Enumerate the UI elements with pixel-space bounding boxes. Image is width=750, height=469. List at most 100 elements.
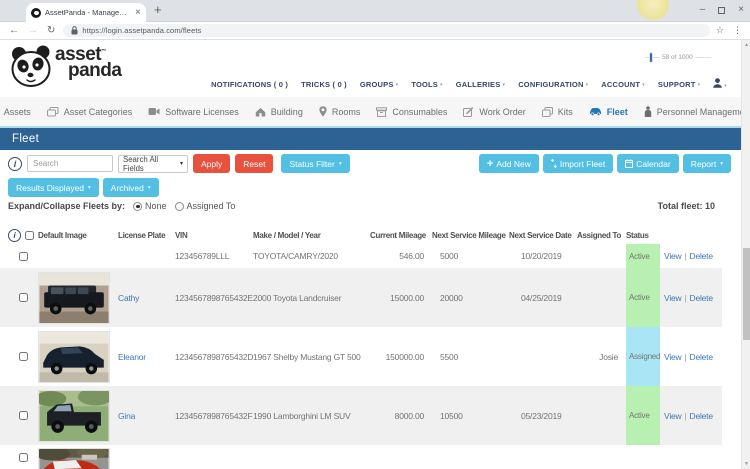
delete-link[interactable]: Delete <box>690 352 713 362</box>
back-icon[interactable]: ← <box>9 25 19 36</box>
module-fleet[interactable]: Fleet <box>589 107 628 117</box>
next-service-mileage-cell: 10500 <box>432 411 509 421</box>
apply-button[interactable]: Apply <box>193 154 230 173</box>
module-assets[interactable]: Assets <box>0 106 31 117</box>
license-plate-link[interactable]: Cathy <box>118 293 139 303</box>
module-building[interactable]: Building <box>255 107 303 117</box>
reset-button[interactable]: Reset <box>235 154 273 173</box>
bookmark-star-icon[interactable]: ☆ <box>716 25 724 36</box>
info-icon[interactable]: i <box>8 229 21 242</box>
vehicle-photo[interactable] <box>38 272 110 324</box>
radio-none[interactable] <box>133 202 142 211</box>
select-arrow-icon: ▾ <box>180 160 183 167</box>
nav-groups[interactable]: GROUPS▾ <box>360 80 398 89</box>
url-text: https://login.assetpanda.com/fleets <box>82 26 201 35</box>
tab-title: AssetPanda - Management Syst... <box>45 8 131 17</box>
make-cell: 1967 Shelby Mustang GT 500 <box>253 352 370 362</box>
row-checkbox[interactable] <box>19 453 28 462</box>
nav-user-menu[interactable]: ▾ <box>713 78 727 90</box>
add-new-button[interactable]: +Add New <box>479 154 539 173</box>
search-input[interactable] <box>27 155 113 172</box>
radio-assigned-to[interactable] <box>175 202 184 211</box>
assetpanda-logo[interactable]: asset™ panda <box>8 44 121 90</box>
fleet-toolbar: i Search All Fields▾ Apply Reset Status … <box>8 154 731 173</box>
nav-galleries[interactable]: GALLERIES▾ <box>456 80 505 89</box>
home-icon <box>255 107 266 117</box>
nav-account[interactable]: ACCOUNT▾ <box>601 80 645 89</box>
calendar-button[interactable]: Calendar <box>617 154 679 173</box>
vertical-scrollbar[interactable]: ▲ ▼ <box>741 40 750 469</box>
scroll-up-icon[interactable]: ▲ <box>743 42 750 48</box>
reload-icon[interactable]: ↻ <box>47 25 55 36</box>
vehicle-photo[interactable] <box>38 331 110 383</box>
folders-icon <box>47 107 59 117</box>
chevron-down-icon: ▾ <box>88 185 91 191</box>
scrollbar-thumb[interactable] <box>743 248 750 340</box>
license-plate-link[interactable]: Eleanor <box>118 352 146 362</box>
cursor-highlight <box>637 0 669 20</box>
module-rooms[interactable]: Rooms <box>319 106 361 117</box>
archive-box-icon <box>376 107 387 117</box>
nav-tools[interactable]: TOOLS▾ <box>411 80 442 89</box>
view-link[interactable]: View <box>664 352 681 362</box>
url-field[interactable]: https://login.assetpanda.com/fleets <box>63 24 710 37</box>
browser-titlebar: AssetPanda - Management Syst... × + – × <box>0 0 750 22</box>
row-checkbox[interactable] <box>19 252 28 261</box>
results-displayed-button[interactable]: Results Displayed▾ <box>8 178 99 197</box>
browser-tab[interactable]: AssetPanda - Management Syst... × <box>26 3 146 22</box>
new-tab-button[interactable]: + <box>154 2 162 17</box>
row-checkbox[interactable] <box>19 411 28 420</box>
nav-tricks[interactable]: TRICKS ( 0 ) <box>301 80 347 89</box>
copy-icon <box>542 107 553 117</box>
view-link[interactable]: View <box>664 293 681 303</box>
chevron-down-icon: ▾ <box>720 161 723 167</box>
table-row: Cathy 1234567898765432E 2000 Toyota Land… <box>0 268 722 327</box>
next-service-mileage-cell: 5000 <box>432 251 509 261</box>
delete-link[interactable]: Delete <box>690 251 713 261</box>
browser-window: AssetPanda - Management Syst... × + – × … <box>0 0 750 469</box>
select-all-checkbox[interactable] <box>25 231 34 240</box>
module-personnel-management[interactable]: Personnel Management <box>644 106 750 117</box>
col-next-service-date: Next Service Date <box>509 231 577 240</box>
license-plate-link[interactable]: Gina <box>118 411 135 421</box>
status-badge: Active <box>626 268 660 327</box>
info-icon[interactable]: i <box>8 157 22 171</box>
scroll-down-icon[interactable]: ▼ <box>743 461 750 467</box>
tab-close-icon[interactable]: × <box>135 8 141 18</box>
module-work-order[interactable]: Work Order <box>463 107 525 117</box>
nav-support[interactable]: SUPPORT▾ <box>658 80 700 89</box>
vehicle-photo[interactable] <box>38 448 110 469</box>
vehicle-photo[interactable] <box>38 390 110 442</box>
nav-configuration[interactable]: CONFIGURATION▾ <box>518 80 588 89</box>
maximize-button[interactable] <box>718 7 725 14</box>
minimize-button[interactable]: – <box>700 5 706 15</box>
view-link[interactable]: View <box>664 251 681 261</box>
module-kits[interactable]: Kits <box>542 107 573 117</box>
import-fleet-button[interactable]: Import Fleet <box>543 154 613 173</box>
archived-button[interactable]: Archived▾ <box>103 178 159 197</box>
report-button[interactable]: Report▾ <box>683 154 731 173</box>
row-checkbox[interactable] <box>19 293 28 302</box>
trademark: ™ <box>101 49 106 55</box>
search-scope-select[interactable]: Search All Fields▾ <box>118 155 188 173</box>
module-asset-categories[interactable]: Asset Categories <box>47 107 133 117</box>
total-fleet-count: Total fleet: 10 <box>658 201 715 211</box>
make-cell: 1990 Lamborghini LM SUV <box>253 411 370 421</box>
vin-cell: 1234567898765432D <box>175 352 253 362</box>
next-service-date-cell: 04/25/2019 <box>509 293 577 303</box>
delete-link[interactable]: Delete <box>690 293 713 303</box>
chevron-down-icon: ▾ <box>339 161 342 167</box>
nav-notifications[interactable]: NOTIFICATIONS ( 0 ) <box>211 80 288 89</box>
view-link[interactable]: View <box>664 411 681 421</box>
module-software-licenses[interactable]: Software Licenses <box>148 107 239 117</box>
car-icon <box>589 107 602 116</box>
col-assigned-to: Assigned To <box>577 231 626 240</box>
close-window-button[interactable]: × <box>738 5 744 15</box>
col-default-image: Default Image <box>38 231 118 240</box>
chevron-down-icon: ▾ <box>396 82 399 88</box>
module-consumables[interactable]: Consumables <box>376 107 447 117</box>
delete-link[interactable]: Delete <box>690 411 713 421</box>
browser-menu-icon[interactable]: ⋮ <box>733 25 742 36</box>
status-filter-button[interactable]: Status Filter▾ <box>281 154 349 173</box>
row-checkbox[interactable] <box>19 352 28 361</box>
